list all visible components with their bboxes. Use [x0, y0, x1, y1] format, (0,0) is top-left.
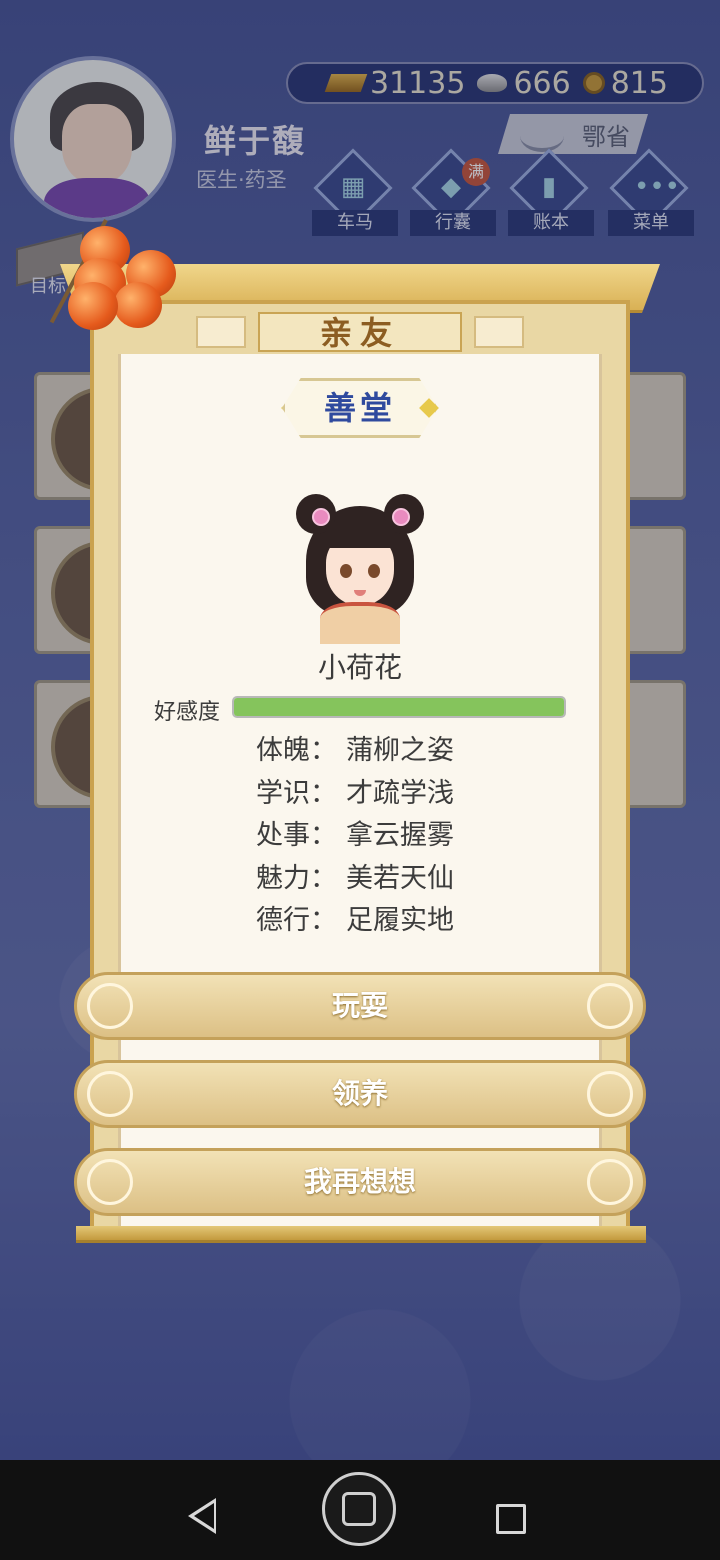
stat-key: 魅力： — [256, 862, 337, 894]
think-again-button[interactable]: 我再想想 — [74, 1148, 646, 1216]
scroll-footer — [76, 1226, 646, 1243]
hall-label: 善堂 — [282, 378, 438, 438]
title-ornament — [474, 316, 524, 348]
candied-haw-icon — [68, 282, 118, 330]
recent-apps-icon[interactable] — [496, 1504, 526, 1534]
stat-value: 美若天仙 — [346, 862, 454, 894]
play-button[interactable]: 玩耍 — [74, 972, 646, 1040]
hair-flower-icon — [392, 508, 410, 526]
stat-key: 德行： — [256, 905, 337, 936]
favor-bar — [232, 696, 566, 718]
title-ornament — [196, 316, 246, 348]
dialog-title-text: 亲友 — [319, 314, 400, 352]
candied-haw-icon — [114, 282, 162, 328]
hair-flower-icon — [312, 508, 330, 526]
stat-value: 蒲柳之姿 — [346, 735, 454, 766]
stat-row: 体魄： 蒲柳之姿 — [256, 730, 454, 773]
stat-row: 魅力： 美若天仙 — [256, 858, 454, 901]
stat-value: 足履实地 — [346, 905, 454, 936]
favor-label: 好感度 — [154, 700, 221, 725]
npc-portrait — [296, 490, 424, 644]
share-icon — [342, 1492, 376, 1526]
stat-value: 拿云握雾 — [346, 820, 454, 851]
npc-name: 小荷花 — [317, 651, 402, 684]
stat-row: 学识： 才疏学浅 — [256, 773, 454, 816]
stat-key: 学识： — [256, 777, 337, 809]
stat-row: 处事： 拿云握雾 — [256, 815, 454, 858]
favor-bar-fill — [234, 698, 564, 716]
stats-list: 体魄： 蒲柳之姿 学识： 才疏学浅 处事： 拿云握雾 魅力： 美若天仙 德行： 足履实地 — [256, 730, 454, 943]
stat-row: 德行： 足履实地 — [256, 900, 454, 943]
stat-key: 处事： — [256, 820, 337, 851]
adopt-button[interactable]: 领养 — [74, 1060, 646, 1128]
stat-key: 体魄： — [256, 735, 337, 766]
stat-value: 才疏学浅 — [346, 777, 454, 809]
dialog-title: 亲友 — [258, 312, 462, 352]
